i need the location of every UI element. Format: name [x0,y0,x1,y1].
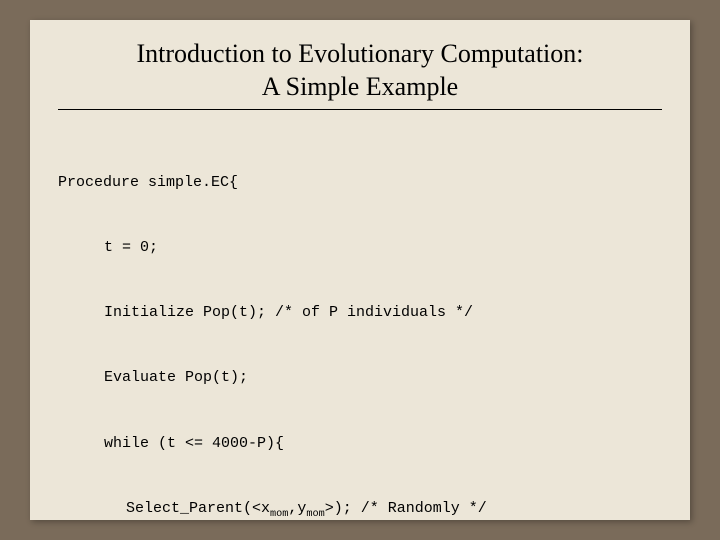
code-line: t = 0; [58,237,662,259]
title-line-2: A Simple Example [262,72,458,101]
slide-title: Introduction to Evolutionary Computation… [58,38,662,103]
code-line: Initialize Pop(t); /* of P individuals *… [58,302,662,324]
code-line: while (t <= 4000-P){ [58,433,662,455]
title-line-1: Introduction to Evolutionary Computation… [136,39,583,68]
pseudocode-block: Procedure simple.EC{ t = 0; Initialize P… [58,128,662,540]
title-underline [58,109,662,110]
code-line: Select_Parent(<xmom,ymom>); /* Randomly … [58,498,662,520]
code-line: Evaluate Pop(t); [58,367,662,389]
code-line: Procedure simple.EC{ [58,172,662,194]
slide-paper: Introduction to Evolutionary Computation… [30,20,690,520]
